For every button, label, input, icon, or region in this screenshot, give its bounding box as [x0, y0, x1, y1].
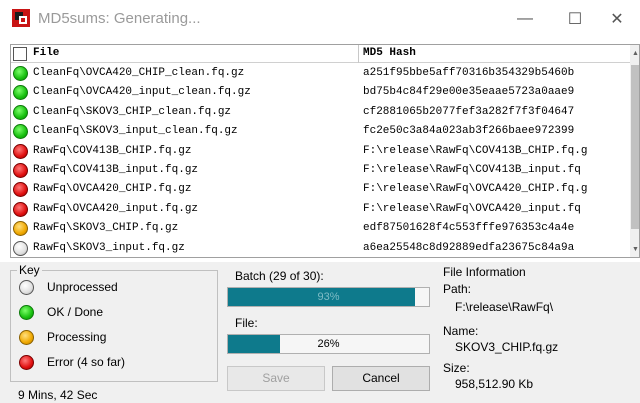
scroll-up-arrow-icon[interactable]: ▲: [630, 45, 639, 63]
status-light-icon: [13, 66, 28, 81]
file-name: RawFq\OVCA420_CHIP.fq.gz: [33, 183, 192, 196]
close-button[interactable]: ✕: [594, 4, 640, 34]
key-label: Error (4 so far): [47, 355, 126, 369]
file-name: CleanFq\SKOV3_CHIP_clean.fq.gz: [33, 105, 232, 118]
batch-progress-text: 93%: [317, 291, 340, 303]
status-light-icon: [19, 305, 34, 320]
status-light-icon: [13, 104, 28, 120]
batch-progress-bar: 93%: [227, 287, 430, 307]
scroll-down-arrow-icon[interactable]: ▼: [630, 241, 639, 257]
status-light-icon: [13, 124, 28, 140]
size-value: 958,512.90 Kb: [455, 377, 534, 391]
list-header: File MD5 Hash: [11, 45, 639, 63]
file-list[interactable]: File MD5 Hash CleanFq\OVCA420_CHIP_clean…: [10, 44, 640, 258]
status-panel: Key Unprocessed OK / Done Processing Error …: [0, 262, 640, 403]
path-label: Path:: [443, 282, 472, 296]
status-light-icon: [13, 143, 28, 159]
column-header-file[interactable]: File: [33, 47, 59, 59]
file-name: RawFq\COV413B_input.fq.gz: [33, 163, 199, 176]
column-header-hash[interactable]: MD5 Hash: [363, 47, 416, 59]
key-label: Unprocessed: [47, 280, 118, 294]
md5-hash: a251f95bbe5aff70316b354329b5460b: [363, 67, 575, 79]
column-divider[interactable]: [358, 45, 359, 63]
path-value: F:\release\RawFq\: [455, 300, 554, 314]
md5-hash: bd75b4c84f29e00e35eaae5723a0aae9: [363, 86, 575, 99]
cancel-button[interactable]: Cancel: [332, 366, 430, 391]
status-light-icon: [13, 182, 28, 198]
maximize-button[interactable]: ☐: [552, 4, 598, 34]
size-label: Size:: [443, 361, 470, 375]
save-button[interactable]: Save: [227, 366, 325, 391]
title-bar: MD5sums: Generating... — ☐ ✕: [0, 0, 640, 38]
name-label: Name:: [443, 324, 479, 338]
status-light-icon: [13, 162, 28, 178]
file-progress-text: 26%: [317, 338, 340, 350]
list-item[interactable]: RawFq\COV413B_input.fq.gz F:\release\RawF…: [11, 161, 629, 180]
md5-hash: F:\release\RawFq\OVCA420_input.fq: [363, 202, 581, 215]
window-title: MD5sums: Generating...: [38, 10, 201, 27]
file-info-title: File Information: [443, 265, 526, 279]
file-progress-bar: 26%: [227, 334, 430, 354]
file-name: RawFq\COV413B_CHIP.fq.gz: [33, 144, 192, 157]
md5-hash: F:\release\RawFq\COV413B_input.fq: [363, 163, 581, 176]
md5-hash: a6ea25548c8d92889edfa23675c84a9a: [363, 241, 575, 254]
list-item[interactable]: CleanFq\SKOV3_input_clean.fq.gz fc2e50c3a…: [11, 122, 629, 141]
select-all-checkbox[interactable]: [13, 47, 27, 61]
status-light-icon: [13, 85, 28, 101]
md5-hash: edf87501628f4c553fffe976353c4a4e: [363, 222, 575, 235]
md5-hash: fc2e50c3a84a023ab3f266baee972399: [363, 125, 575, 138]
file-name: CleanFq\OVCA420_CHIP_clean.fq.gz: [33, 67, 245, 79]
status-light-icon: [19, 330, 34, 345]
list-item[interactable]: RawFq\SKOV3_input.fq.gz a6ea25548c8d92889…: [11, 239, 629, 257]
list-item[interactable]: CleanFq\SKOV3_CHIP_clean.fq.gz cf2881065b…: [11, 103, 629, 122]
status-light-icon: [19, 355, 34, 370]
list-item[interactable]: RawFq\OVCA420_CHIP.fq.gz F:\release\RawFq…: [11, 180, 629, 199]
md5-hash: cf2881065b2077fef3a282f7f3f04647: [363, 105, 575, 118]
file-name: RawFq\SKOV3_input.fq.gz: [33, 241, 185, 254]
list-item[interactable]: CleanFq\OVCA420_CHIP_clean.fq.gz a251f95b…: [11, 64, 629, 83]
minimize-button[interactable]: —: [502, 4, 548, 34]
name-value: SKOV3_CHIP.fq.gz: [455, 340, 559, 354]
status-light-icon: [13, 201, 28, 217]
file-name: RawFq\SKOV3_CHIP.fq.gz: [33, 222, 179, 235]
file-information-group: File Information Path: F:\release\RawFq\…: [437, 265, 637, 398]
file-name: RawFq\OVCA420_input.fq.gz: [33, 202, 199, 215]
file-name: CleanFq\SKOV3_input_clean.fq.gz: [33, 125, 238, 138]
vertical-scrollbar[interactable]: ▲ ▼: [630, 45, 639, 257]
key-label: OK / Done: [47, 305, 104, 319]
file-name: CleanFq\OVCA420_input_clean.fq.gz: [33, 86, 251, 99]
list-item[interactable]: CleanFq\OVCA420_input_clean.fq.gz bd75b4c…: [11, 83, 629, 102]
scrollbar-thumb[interactable]: [631, 65, 639, 229]
list-item[interactable]: RawFq\SKOV3_CHIP.fq.gz edf87501628f4c553f…: [11, 219, 629, 238]
status-light-icon: [13, 240, 28, 256]
list-item[interactable]: RawFq\OVCA420_input.fq.gz F:\release\RawF…: [11, 200, 629, 219]
key-group: Key Unprocessed OK / Done Processing Error …: [10, 263, 218, 382]
elapsed-time: 9 Mins, 42 Sec: [18, 388, 98, 402]
key-title: Key: [17, 263, 42, 277]
list-rows: CleanFq\OVCA420_CHIP_clean.fq.gz a251f95b…: [11, 64, 629, 257]
file-progress-label: File:: [235, 316, 258, 330]
md5-hash: F:\release\RawFq\OVCA420_CHIP.fq.g: [363, 183, 588, 196]
status-light-icon: [13, 221, 28, 237]
md5sums-app-icon: [12, 9, 30, 27]
status-light-icon: [19, 280, 34, 295]
list-item[interactable]: RawFq\COV413B_CHIP.fq.gz F:\release\RawFq…: [11, 142, 629, 161]
md5-hash: F:\release\RawFq\COV413B_CHIP.fq.g: [363, 144, 588, 157]
batch-label: Batch (29 of 30):: [235, 269, 324, 283]
key-label: Processing: [47, 330, 107, 344]
